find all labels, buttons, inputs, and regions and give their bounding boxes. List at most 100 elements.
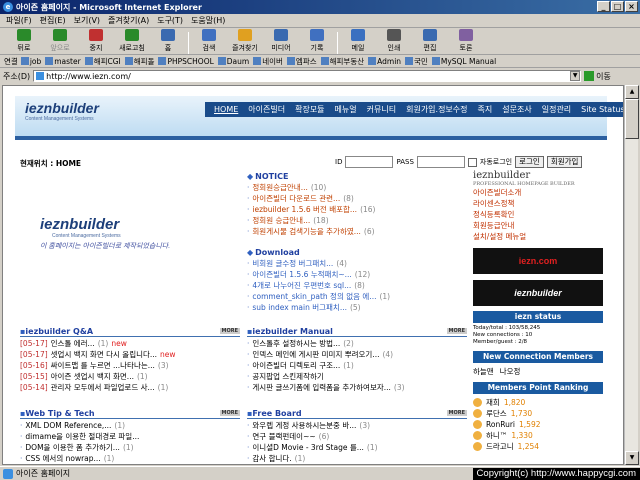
- vertical-scrollbar[interactable]: ▲ ▼: [624, 85, 639, 465]
- scroll-up-icon[interactable]: ▲: [625, 85, 639, 99]
- member-name[interactable]: 나오정: [500, 366, 521, 377]
- scroll-thumb[interactable]: [625, 99, 639, 139]
- link-item[interactable]: master: [45, 57, 81, 66]
- list-item[interactable]: · 정회원 승급안내... (18): [247, 215, 467, 226]
- menu-item[interactable]: 보기(V): [74, 15, 100, 26]
- list-item[interactable]: · 비회원 글수정 버그패치... (4): [247, 258, 467, 269]
- builder-link[interactable]: 아이즌빌더소개: [473, 187, 603, 198]
- link-item[interactable]: Daum: [217, 57, 250, 66]
- item-title[interactable]: 게시판 글쓰기폼에 입력폼을 추가하여보자...: [252, 382, 391, 393]
- item-title[interactable]: 셋업시 백지 화면 다시 올립니다...: [51, 349, 157, 360]
- toolbar-favorites-button[interactable]: 즐겨찾기: [227, 29, 263, 54]
- site-logo[interactable]: ieznbuilder Content Management Systems: [15, 96, 185, 136]
- list-item[interactable]: · DOM을 이용한 폼 추가하기... (1): [20, 442, 240, 453]
- menu-item[interactable]: 도움말(H): [191, 15, 225, 26]
- toolbar-media-button[interactable]: 미디어: [263, 29, 299, 54]
- item-title[interactable]: comment_skin_path 정의 없음 에...: [252, 291, 376, 302]
- item-title[interactable]: 아이즌빌더 디렉토리 구조...: [252, 360, 340, 371]
- address-dropdown-icon[interactable]: ▼: [570, 71, 581, 81]
- item-title[interactable]: iezbuilder 1.5.6 버전 배포합...: [252, 204, 357, 215]
- join-button[interactable]: 회원가입: [546, 156, 583, 168]
- item-title[interactable]: 이니셜D Movie - 3rd Stage 를...: [252, 442, 364, 453]
- section-title-text[interactable]: iezbuilder Manual: [252, 327, 333, 336]
- nav-item[interactable]: 설문조사: [497, 104, 536, 115]
- section-title-text[interactable]: Web Tip & Tech: [25, 409, 94, 418]
- list-item[interactable]: [05-14] 관리자 모두에서 파일업로드 사... (1): [20, 382, 240, 393]
- link-item[interactable]: PHPSCHOOL: [158, 57, 214, 66]
- member-name[interactable]: 하늘맨: [473, 366, 494, 377]
- list-item[interactable]: · 와우렙 게정 사용하시는분중 바... (3): [247, 420, 467, 431]
- item-title[interactable]: 아이즌 셋업시 백지 화면...: [51, 371, 134, 382]
- list-item[interactable]: [05-16] 싸이트맵 를 누르면 ...나타나는... (3): [20, 360, 240, 371]
- item-title[interactable]: 싸이트맵 를 누르면 ...나타나는...: [51, 360, 155, 371]
- login-button[interactable]: 로그인: [515, 156, 544, 168]
- item-title[interactable]: 감사 합니다.: [252, 453, 291, 464]
- link-item[interactable]: 해피CGI: [84, 56, 122, 67]
- link-item[interactable]: 해피돌: [124, 56, 156, 67]
- builder-link[interactable]: 회원등급안내: [473, 220, 603, 231]
- nav-item[interactable]: HOME: [209, 105, 243, 114]
- nav-item[interactable]: 족지: [473, 104, 498, 115]
- list-item[interactable]: [05-17] 인스톨 에러... (1) new: [20, 338, 240, 349]
- builder-link[interactable]: 설치/설정 메뉴얼: [473, 231, 603, 242]
- maximize-button[interactable]: □: [611, 1, 624, 12]
- list-item[interactable]: · iezbuilder 1.5.6 버전 배포합... (16): [247, 204, 467, 215]
- item-title[interactable]: 공지팝업 스킨제작하기: [252, 371, 323, 382]
- menu-item[interactable]: 도구(T): [157, 15, 183, 26]
- list-item[interactable]: · sub index main 버그패치... (5): [247, 302, 467, 313]
- list-item[interactable]: · 인덱스 메인에 게시판 미미지 뿌려오기... (4): [247, 349, 467, 360]
- item-title[interactable]: 회원게시물 검색기능을 추가하였...: [252, 226, 361, 237]
- nav-item[interactable]: 커뮤니티: [362, 104, 401, 115]
- item-title[interactable]: 아이즌빌더 1.5.6 누적패치~...: [252, 269, 351, 280]
- rank-row[interactable]: RonRuri 1,592: [473, 419, 603, 430]
- toolbar-forward-button[interactable]: 앞으로: [42, 29, 78, 54]
- list-item[interactable]: · 인스톨후 설정하시는 방법... (2): [247, 338, 467, 349]
- list-item[interactable]: · comment_skin_path 정의 없음 에... (1): [247, 291, 467, 302]
- toolbar-history-button[interactable]: 기록: [299, 29, 335, 54]
- list-item[interactable]: · 아이즌빌더 다운로드 관련... (8): [247, 193, 467, 204]
- list-item[interactable]: · 연구 블랙펀데이~~ (6): [247, 431, 467, 442]
- item-title[interactable]: DOM을 이용한 폼 추가하기...: [25, 442, 120, 453]
- toolbar-search-button[interactable]: 검색: [191, 29, 227, 54]
- list-item[interactable]: · 게시판 글쓰기폼에 입력폼을 추가하여보자... (3): [247, 382, 467, 393]
- link-item[interactable]: 해피부동산: [320, 56, 366, 67]
- toolbar-home-button[interactable]: 홈: [150, 29, 186, 54]
- close-button[interactable]: ×: [625, 1, 638, 12]
- list-item[interactable]: · dimame을 이용한 절대경로 파일...: [20, 431, 240, 442]
- rank-row[interactable]: 루단스 1,730: [473, 408, 603, 419]
- link-item[interactable]: MySQL Manual: [431, 57, 497, 66]
- section-title-text[interactable]: Free Board: [252, 409, 301, 418]
- item-title[interactable]: CSS 에서의 nowrap...: [25, 453, 100, 464]
- list-item[interactable]: · 4개로 나누어진 우편번호 sql... (8): [247, 280, 467, 291]
- toolbar-discuss-button[interactable]: 토론: [448, 29, 484, 54]
- menu-item[interactable]: 파일(F): [6, 15, 32, 26]
- toolbar-mail-button[interactable]: 메일: [340, 29, 376, 54]
- toolbar-refresh-button[interactable]: 새로고침: [114, 29, 150, 54]
- list-item[interactable]: · 정회원승급안내... (10): [247, 182, 467, 193]
- item-title[interactable]: XML DOM Reference,...: [25, 420, 111, 431]
- rank-row[interactable]: 재희 1,820: [473, 397, 603, 408]
- address-input[interactable]: http://www.iezn.com/ ▼: [33, 70, 582, 82]
- item-title[interactable]: 인스톨 에러...: [51, 338, 95, 349]
- link-item[interactable]: 네이버: [253, 56, 284, 67]
- rank-row[interactable]: 드라고니 1,254: [473, 441, 603, 452]
- link-item[interactable]: job: [20, 57, 42, 66]
- item-title[interactable]: 인덱스 메인에 게시판 미미지 뿌려오기...: [252, 349, 379, 360]
- link-item[interactable]: 엠파스: [286, 56, 318, 67]
- list-item[interactable]: · XML DOM Reference,... (1): [20, 420, 240, 431]
- menu-item[interactable]: 즐겨찾기(A): [108, 15, 149, 26]
- link-item[interactable]: 국민: [405, 56, 429, 67]
- toolbar-stop-button[interactable]: 중지: [78, 29, 114, 54]
- rank-row[interactable]: 하니™ 1,330: [473, 430, 603, 441]
- item-title[interactable]: 관리자 모두에서 파일업로드 사...: [51, 382, 155, 393]
- list-item[interactable]: · 아이즌빌더 1.5.6 누적패치~... (12): [247, 269, 467, 280]
- section-title-text[interactable]: iezbuilder Q&A: [25, 327, 93, 336]
- minimize-button[interactable]: _: [597, 1, 610, 12]
- go-button[interactable]: 이동: [584, 71, 611, 82]
- more-button[interactable]: MORE: [446, 410, 467, 416]
- toolbar-edit-button[interactable]: 편집: [412, 29, 448, 54]
- list-item[interactable]: · 회원게시물 검색기능을 추가하였... (6): [247, 226, 467, 237]
- scroll-down-icon[interactable]: ▼: [625, 451, 639, 465]
- item-title[interactable]: 연구 블랙펀데이~~: [252, 431, 315, 442]
- item-title[interactable]: 4개로 나누어진 우편번호 sql...: [252, 280, 351, 291]
